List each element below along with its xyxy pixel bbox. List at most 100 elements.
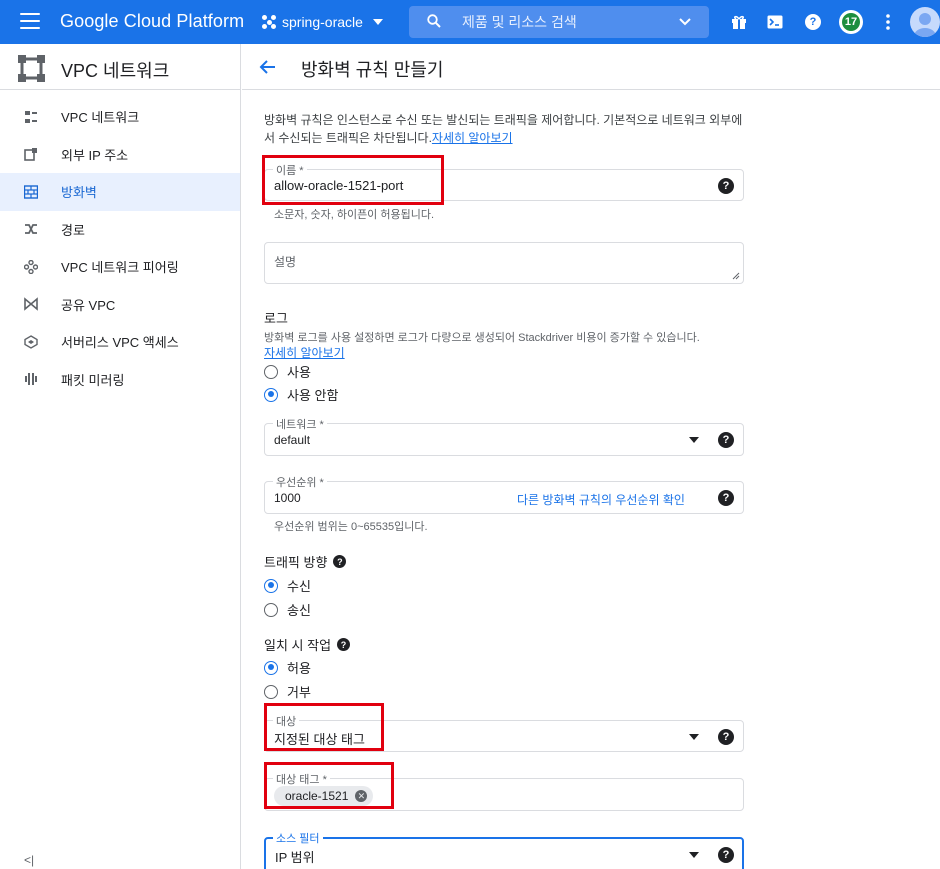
- top-app-bar: Google Cloud Platform spring-oracle ? 17: [0, 0, 940, 44]
- priority-input[interactable]: 1000: [274, 491, 301, 505]
- radio-circle: [264, 387, 278, 402]
- name-hint: 소문자, 숫자, 하이픈이 허용됩니다.: [274, 209, 435, 221]
- cloud-shell-icon[interactable]: [764, 11, 786, 33]
- source-filter-label: 소스 필터: [273, 830, 323, 846]
- action-deny-radio[interactable]: 거부: [264, 682, 311, 701]
- sidebar-header: VPC 네트워크: [0, 44, 240, 90]
- action-allow-radio[interactable]: 허용: [264, 658, 311, 677]
- priority-field[interactable]: 우선순위 * 1000 다른 방화벽 규칙의 우선순위 확인 ?: [264, 474, 744, 514]
- targets-label: 대상: [273, 713, 300, 729]
- serverless-icon: [24, 334, 38, 349]
- sidebar-item-label: 방화벽: [61, 185, 97, 201]
- resize-handle-icon[interactable]: [732, 272, 740, 280]
- name-input[interactable]: allow-oracle-1521-port: [274, 178, 403, 193]
- chevron-down-icon: [372, 19, 383, 25]
- packet-mirroring-icon: [25, 373, 37, 386]
- sidebar: VPC 네트워크 VPC 네트워크 외부 IP 주소 방화벽 경로 VPC 네트…: [0, 44, 241, 869]
- sidebar-title: VPC 네트워크: [61, 61, 170, 81]
- collapse-sidebar-button[interactable]: <|: [24, 853, 34, 867]
- direction-ingress-radio[interactable]: 수신: [264, 576, 311, 595]
- dropdown-arrow-icon[interactable]: [689, 734, 699, 740]
- help-icon[interactable]: ?: [718, 490, 734, 506]
- sidebar-item-packet-mirroring[interactable]: 패킷 미러링: [0, 361, 240, 399]
- search-bar[interactable]: [409, 6, 709, 38]
- learn-more-link[interactable]: 자세히 알아보기: [432, 131, 513, 145]
- direction-title: 트래픽 방향 ?: [264, 552, 347, 571]
- external-ip-icon: [24, 148, 37, 162]
- shared-vpc-icon: [24, 297, 38, 311]
- description-field[interactable]: 설명: [264, 242, 744, 284]
- vpc-network-icon: [25, 110, 37, 123]
- close-icon[interactable]: ✕: [355, 790, 368, 802]
- target-tags-field[interactable]: 대상 태그 * oracle-1521 ✕: [264, 771, 744, 811]
- radio-circle: [264, 660, 278, 675]
- source-filter-value: IP 범위: [275, 850, 315, 865]
- help-icon[interactable]: ?: [337, 638, 351, 651]
- sidebar-item-firewall[interactable]: 방화벽: [0, 173, 240, 211]
- routes-icon: [25, 224, 37, 235]
- priority-label: 우선순위 *: [273, 474, 327, 490]
- help-icon[interactable]: ?: [333, 555, 347, 568]
- sidebar-item-serverless-vpc[interactable]: 서버리스 VPC 액세스: [0, 323, 240, 361]
- sidebar-item-label: 경로: [61, 222, 85, 238]
- chevron-down-icon[interactable]: [679, 16, 691, 28]
- radio-circle: [264, 602, 278, 617]
- sidebar-item-shared-vpc[interactable]: 공유 VPC: [0, 286, 240, 324]
- logs-off-radio[interactable]: 사용 안함: [264, 385, 338, 404]
- search-icon: [427, 14, 441, 28]
- logs-on-radio[interactable]: 사용: [264, 362, 311, 381]
- radio-circle: [264, 364, 278, 379]
- targets-value: 지정된 대상 태그: [274, 732, 365, 747]
- sidebar-item-routes[interactable]: 경로: [0, 211, 240, 249]
- help-icon[interactable]: ?: [718, 729, 734, 745]
- name-label: 이름 *: [273, 162, 307, 178]
- targets-select[interactable]: 대상 지정된 대상 태그 ?: [264, 713, 744, 752]
- network-label: 네트워크 *: [273, 416, 327, 432]
- logs-learn-more-link[interactable]: 자세히 알아보기: [264, 344, 345, 361]
- action-title: 일치 시 작업 ?: [264, 635, 351, 654]
- avatar[interactable]: [910, 7, 940, 37]
- name-field[interactable]: 이름 * allow-oracle-1521-port ?: [264, 162, 744, 201]
- help-icon[interactable]: ?: [718, 178, 734, 194]
- page-header: 방화벽 규칙 만들기: [242, 44, 940, 90]
- sidebar-item-label: VPC 네트워크 피어링: [61, 260, 179, 276]
- project-name: spring-oracle: [282, 14, 363, 30]
- sidebar-item-label: 공유 VPC: [61, 297, 116, 313]
- project-icon: [262, 15, 276, 29]
- tag-chip: oracle-1521 ✕: [274, 786, 374, 806]
- intro-text: 방화벽 규칙은 인스턴스로 수신 또는 발신되는 트래픽을 제어합니다. 기본적…: [264, 113, 743, 145]
- sidebar-item-peering[interactable]: VPC 네트워크 피어링: [0, 248, 240, 286]
- radio-circle: [264, 578, 278, 593]
- page-title: 방화벽 규칙 만들기: [301, 60, 444, 80]
- description-placeholder: 설명: [274, 255, 297, 269]
- more-vert-icon[interactable]: [877, 11, 899, 33]
- arrow-back-icon[interactable]: [258, 57, 278, 77]
- menu-icon[interactable]: [20, 13, 40, 31]
- project-selector[interactable]: spring-oracle: [262, 11, 383, 33]
- network-value: default: [274, 433, 311, 447]
- search-input[interactable]: [462, 10, 662, 34]
- help-icon[interactable]: ?: [718, 432, 734, 448]
- notifications-badge[interactable]: 17: [839, 10, 863, 34]
- priority-hint: 우선순위 범위는 0~65535입니다.: [274, 521, 428, 533]
- sidebar-item-external-ip[interactable]: 외부 IP 주소: [0, 136, 240, 174]
- dropdown-arrow-icon[interactable]: [689, 852, 699, 858]
- radio-circle: [264, 684, 278, 699]
- vpc-logo-icon: [18, 55, 45, 82]
- source-filter-select[interactable]: 소스 필터 IP 범위 ?: [264, 830, 744, 869]
- sidebar-item-vpc-networks[interactable]: VPC 네트워크: [0, 98, 240, 136]
- network-select[interactable]: 네트워크 * default ?: [264, 416, 744, 456]
- help-icon[interactable]: ?: [802, 11, 824, 33]
- logs-title: 로그: [264, 311, 288, 326]
- product-brand[interactable]: Google Cloud Platform: [60, 11, 244, 32]
- priority-check-link[interactable]: 다른 방화벽 규칙의 우선순위 확인: [517, 491, 685, 508]
- help-icon[interactable]: ?: [718, 847, 734, 863]
- sidebar-item-label: 서버리스 VPC 액세스: [61, 335, 179, 351]
- sidebar-item-label: 외부 IP 주소: [61, 147, 129, 163]
- sidebar-item-label: 패킷 미러링: [61, 372, 125, 388]
- direction-egress-radio[interactable]: 송신: [264, 600, 311, 619]
- dropdown-arrow-icon[interactable]: [689, 437, 699, 443]
- notification-count: 17: [842, 13, 860, 31]
- gift-icon[interactable]: [728, 11, 750, 33]
- logs-description: 방화벽 로그를 사용 설정하면 로그가 다량으로 생성되어 Stackdrive…: [264, 332, 700, 344]
